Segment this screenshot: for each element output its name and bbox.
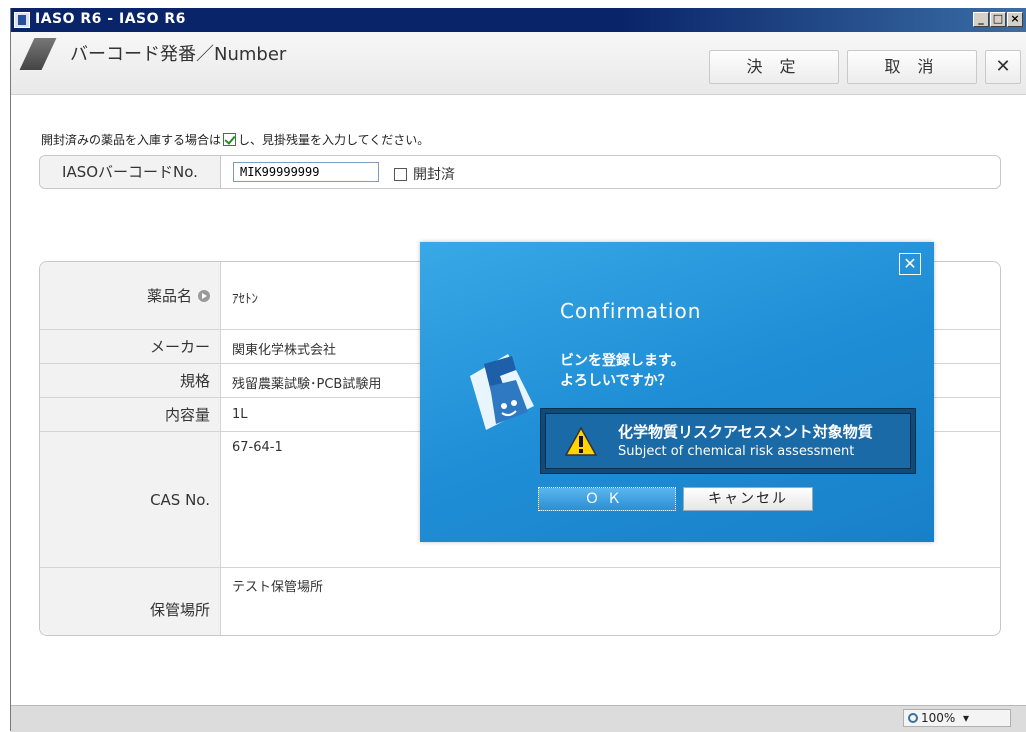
instruction-after: し、見掛残量を入力してください。 — [238, 133, 430, 147]
confirm-button[interactable]: 決 定 — [709, 50, 839, 84]
instruction-before: 開封済みの薬品を入庫する場合は — [41, 133, 222, 147]
flask-mascot-icon — [470, 354, 534, 430]
ok-button[interactable]: ＯＫ — [538, 487, 676, 511]
chevron-down-icon[interactable]: ▾ — [959, 711, 969, 725]
barcode-label: IASOバーコードNo. — [40, 156, 221, 188]
row-label: 内容量 — [40, 398, 221, 431]
checkbox-icon[interactable] — [394, 168, 407, 181]
dialog-message-line2: よろしいですか？ — [560, 373, 672, 389]
instruction-text: 開封済みの薬品を入庫する場合は し、見掛残量を入力してください。 — [41, 131, 429, 148]
page-title: バーコード発番／Number — [70, 44, 287, 65]
confirmation-dialog: ✕ Confirmation ビンを登録します。 よろしいですか？ 化学物質リス… — [420, 242, 934, 542]
row-value: テスト保管場所 — [232, 580, 324, 595]
status-bar: 100% ▾ — [11, 705, 1026, 732]
row-value: 残留農薬試験･PCB試験用 — [232, 377, 382, 392]
header-accent-icon — [19, 38, 57, 70]
table-row: 保管場所 テスト保管場所 — [40, 568, 1000, 635]
dialog-title: Confirmation — [560, 299, 702, 323]
checkmark-icon — [223, 133, 237, 146]
cancel-button[interactable]: 取 消 — [847, 50, 977, 84]
window-title: IASO R6 - IASO R6 — [35, 11, 186, 27]
zoom-control[interactable]: 100% ▾ — [903, 709, 1011, 727]
close-icon[interactable]: ✕ — [985, 50, 1021, 84]
warning-title: 化学物質リスクアセスメント対象物質 — [618, 423, 873, 441]
minimize-button[interactable]: _ — [973, 12, 989, 27]
arrow-right-icon[interactable] — [198, 290, 210, 302]
row-value: 関東化学株式会社 — [232, 343, 337, 358]
row-value: 1L — [232, 407, 248, 422]
row-value: ｱｾﾄﾝ — [232, 292, 258, 307]
app-icon — [14, 12, 30, 28]
close-icon[interactable]: ✕ — [899, 253, 921, 275]
opened-label: 開封済 — [413, 167, 455, 183]
dialog-message: ビンを登録します。 よろしいですか？ — [560, 351, 685, 391]
dialog-message-line1: ビンを登録します。 — [560, 353, 685, 369]
barcode-input[interactable]: MIK99999999 — [233, 162, 379, 182]
maximize-button[interactable]: □ — [990, 12, 1006, 27]
row-label: メーカー — [40, 330, 221, 363]
opened-checkbox[interactable]: 開封済 — [394, 164, 455, 184]
warning-icon — [564, 426, 598, 456]
row-value: 67-64-1 — [232, 440, 283, 455]
row-label: 規格 — [40, 364, 221, 397]
close-window-button[interactable]: × — [1007, 12, 1023, 27]
page-header: バーコード発番／Number 決 定 取 消 ✕ — [11, 32, 1026, 95]
zoom-icon — [908, 713, 918, 723]
title-bar: IASO R6 - IASO R6 _ □ × — [11, 8, 1026, 32]
warning-box: 化学物質リスクアセスメント対象物質 Subject of chemical ri… — [540, 408, 916, 474]
row-label: 薬品名 — [40, 262, 221, 329]
warning-inner: 化学物質リスクアセスメント対象物質 Subject of chemical ri… — [545, 413, 911, 469]
dialog-cancel-button[interactable]: キャンセル — [683, 487, 813, 511]
zoom-value: 100% — [921, 711, 956, 725]
barcode-row: IASOバーコードNo. MIK99999999 開封済 — [39, 155, 1001, 189]
row-label: CAS No. — [40, 432, 221, 567]
row-label: 保管場所 — [40, 568, 221, 635]
warning-subtitle: Subject of chemical risk assessment — [618, 444, 855, 459]
